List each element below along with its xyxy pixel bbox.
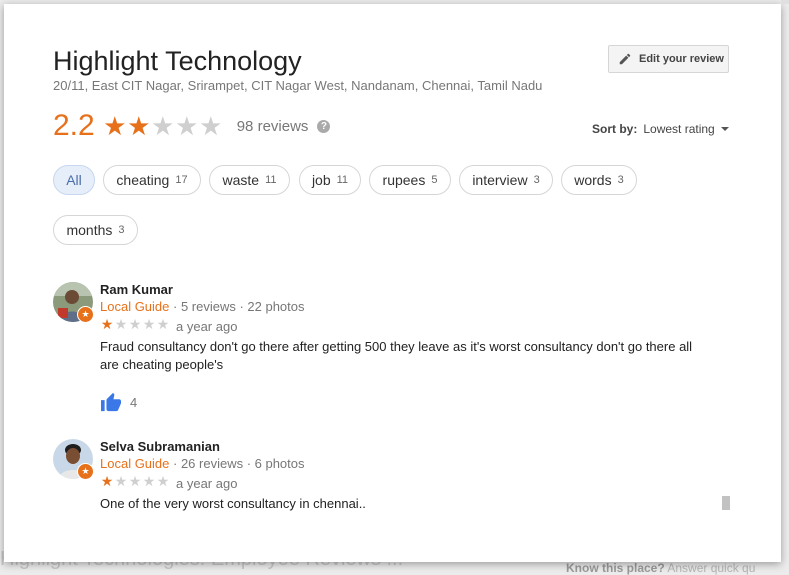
star-filled-icon: ★ [103, 111, 127, 141]
filter-chip-waste[interactable]: waste 11 [209, 165, 290, 195]
background-edge [781, 0, 789, 4]
place-address: 20/11, East CIT Nagar, Srirampet, CIT Na… [53, 78, 543, 93]
filter-chip-interview[interactable]: interview 3 [459, 165, 553, 195]
reviewer-name[interactable]: Selva Subramanian [100, 439, 220, 454]
filter-chip-count: 3 [533, 174, 540, 186]
edit-review-label: Edit your review [639, 53, 724, 65]
reviewer-name[interactable]: Ram Kumar [100, 282, 173, 297]
place-title: Highlight Technology [53, 46, 302, 76]
local-guide-star-icon: ★ [77, 463, 94, 480]
star-empty-icon: ★ [114, 473, 128, 489]
sort-value: Lowest rating [643, 122, 715, 136]
sort-dropdown[interactable]: Sort by: Lowest rating [592, 122, 729, 136]
reviews-dialog: Highlight Technology 20/11, East CIT Nag… [4, 4, 781, 562]
star-empty-icon: ★ [142, 316, 156, 332]
filter-chip-count: 11 [265, 174, 277, 186]
review-text: Fraud consultancy don't go there after g… [100, 339, 693, 372]
answer-link: Answer quick qu [667, 561, 756, 575]
reviewer-avatar[interactable]: ★ [53, 282, 94, 323]
star-empty-icon: ★ [142, 473, 156, 489]
filter-chip-label: waste [222, 172, 260, 188]
filter-chip-count: 5 [431, 174, 438, 186]
caret-down-icon [720, 127, 729, 131]
like-count: 4 [130, 394, 138, 410]
review-count-link[interactable]: 98 reviews [237, 118, 309, 135]
star-empty-icon: ★ [156, 473, 170, 489]
reviewer-meta: Local Guide · 5 reviews · 22 photos [100, 299, 305, 314]
help-icon[interactable]: ? [317, 119, 331, 133]
star-empty-icon: ★ [151, 111, 175, 141]
star-empty-icon: ★ [128, 316, 142, 332]
like-button[interactable]: 4 [100, 392, 137, 412]
star-empty-icon: ★ [175, 111, 199, 141]
pencil-icon [619, 53, 631, 65]
filter-chip-count: 11 [336, 174, 349, 186]
rating-summary: 2.2 ★ ★ ★ ★ ★ 98 reviews ? [53, 108, 331, 144]
review-text: One of the very worst consultancy in che… [100, 496, 366, 511]
review-item: ★ Selva Subramanian Local Guide · 26 rev… [53, 439, 753, 529]
filter-chip-label: cheating [116, 172, 170, 188]
filter-chip-count: 3 [617, 174, 624, 186]
review-stars: ★ ★ ★ ★ ★ [100, 474, 170, 488]
rating-score: 2.2 [53, 109, 95, 142]
filter-chip-count: 3 [118, 224, 125, 236]
rating-stars: ★ ★ ★ ★ ★ [103, 113, 223, 139]
reviewer-meta: Local Guide · 26 reviews · 6 photos [100, 456, 305, 471]
filter-chip-cheating[interactable]: cheating 17 [103, 165, 201, 195]
star-filled-icon: ★ [100, 473, 114, 489]
star-filled-icon: ★ [100, 316, 114, 332]
reviewer-stats: · 26 reviews · 6 photos [169, 456, 305, 471]
review-item: ★ Ram Kumar Local Guide · 5 reviews · 22… [53, 282, 753, 412]
filter-chip-label: words [574, 172, 612, 188]
star-filled-icon: ★ [127, 111, 151, 141]
local-guide-star-icon: ★ [77, 306, 94, 323]
review-date: a year ago [176, 476, 238, 491]
filter-chip-job[interactable]: job 11 [299, 165, 361, 195]
know-place-label: Know this place? [566, 561, 665, 575]
star-empty-icon: ★ [156, 316, 170, 332]
edit-review-button[interactable]: Edit your review [608, 45, 729, 73]
star-empty-icon: ★ [128, 473, 142, 489]
background-know-place: Know this place? Answer quick qu [566, 561, 755, 575]
sort-label: Sort by: [592, 122, 638, 136]
thumbs-up-icon [101, 392, 121, 412]
filter-chip-label: months [66, 222, 113, 238]
filter-chip-label: interview [472, 172, 528, 188]
reviewer-avatar[interactable]: ★ [53, 439, 94, 480]
filter-chip-words[interactable]: words 3 [561, 165, 637, 195]
filter-chip-months[interactable]: months 3 [53, 215, 138, 245]
scrollbar-thumb[interactable] [722, 496, 730, 510]
local-guide-label: Local Guide [100, 456, 170, 471]
local-guide-label: Local Guide [100, 299, 170, 314]
filter-chip-label: rupees [382, 172, 426, 188]
review-date: a year ago [176, 319, 238, 334]
filter-chip-count: 17 [175, 174, 188, 186]
star-empty-icon: ★ [199, 111, 223, 141]
filter-chip-label: job [311, 172, 331, 188]
star-empty-icon: ★ [114, 316, 128, 332]
filter-chip-label: All [66, 172, 82, 188]
reviewer-stats: · 5 reviews · 22 photos [169, 299, 305, 314]
filter-chip-All[interactable]: All [53, 165, 95, 195]
review-stars: ★ ★ ★ ★ ★ [100, 317, 170, 331]
filter-chip-rupees[interactable]: rupees 5 [369, 165, 451, 195]
